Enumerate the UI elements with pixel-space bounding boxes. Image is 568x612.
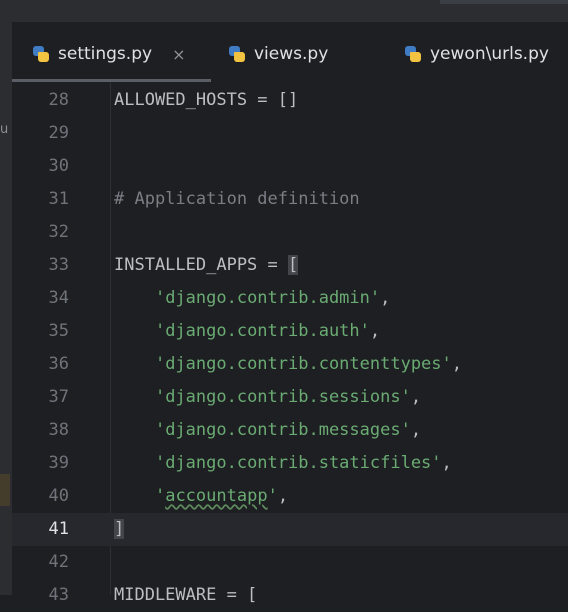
code-line[interactable]: 42: [12, 546, 568, 579]
line-number: 40: [48, 486, 69, 506]
tool-window-highlight: [0, 474, 10, 506]
code-text: 'django.contrib.auth',: [154, 321, 381, 341]
line-number: 43: [48, 585, 69, 605]
code-line[interactable]: 34 'django.contrib.admin',: [12, 282, 568, 315]
tab-urls-py[interactable]: yewon\urls.py: [404, 40, 549, 68]
line-number: 37: [48, 387, 69, 407]
code-line[interactable]: 32: [12, 216, 568, 249]
code-text: ]: [114, 519, 125, 539]
code-line[interactable]: 40 'accountapp',: [12, 480, 568, 513]
line-number: 29: [48, 123, 69, 143]
code-text: 'django.contrib.staticfiles',: [154, 453, 452, 473]
code-text: 'django.contrib.messages',: [154, 420, 422, 440]
code-line[interactable]: 39 'django.contrib.staticfiles',: [12, 447, 568, 480]
code-line[interactable]: 29: [12, 117, 568, 150]
editor-tab-bar: settings.py × views.py yewon\urls.py: [12, 22, 568, 83]
code-line[interactable]: 31 # Application definition: [12, 183, 568, 216]
code-text: MIDDLEWARE = [: [114, 585, 258, 605]
tool-window-fragment: u: [0, 122, 9, 137]
tool-window-strip: u: [0, 22, 12, 595]
line-number: 33: [48, 255, 69, 275]
code-line[interactable]: 38 'django.contrib.messages',: [12, 414, 568, 447]
code-line[interactable]: 30: [12, 150, 568, 183]
line-number: 41: [48, 519, 69, 539]
python-icon: [32, 45, 50, 63]
line-number: 34: [48, 288, 69, 308]
close-icon[interactable]: ×: [172, 45, 185, 64]
code-line[interactable]: 37 'django.contrib.sessions',: [12, 381, 568, 414]
code-line[interactable]: 36 'django.contrib.contenttypes',: [12, 348, 568, 381]
code-text: 'accountapp',: [154, 486, 289, 506]
title-bar-widget: [440, 0, 568, 4]
python-icon: [404, 45, 422, 63]
line-number: 36: [48, 354, 69, 374]
line-number: 39: [48, 453, 69, 473]
title-bar: [0, 0, 568, 22]
code-text: 'django.contrib.contenttypes',: [154, 354, 463, 374]
code-text: # Application definition: [114, 189, 360, 209]
code-line[interactable]: 41]: [12, 513, 568, 546]
tab-label: settings.py: [58, 44, 153, 64]
code-editor[interactable]: 28 ALLOWED_HOSTS = [] 29 30 31 # Application …: [12, 82, 568, 605]
tab-label: views.py: [254, 44, 329, 64]
line-number: 35: [48, 321, 69, 341]
code-text: 'django.contrib.admin',: [154, 288, 391, 308]
line-number: 32: [48, 222, 69, 242]
line-number: 31: [48, 189, 69, 209]
tab-settings-py[interactable]: settings.py ×: [32, 40, 185, 68]
code-text: INSTALLED_APPS = [: [114, 255, 299, 275]
code-line[interactable]: 35 'django.contrib.auth',: [12, 315, 568, 348]
line-number: 28: [48, 90, 69, 110]
code-line[interactable]: 33 INSTALLED_APPS = [: [12, 249, 568, 282]
line-number: 42: [48, 552, 69, 572]
tab-label: yewon\urls.py: [430, 44, 549, 64]
code-line[interactable]: 28 ALLOWED_HOSTS = []: [12, 84, 568, 117]
code-text: ALLOWED_HOSTS = []: [114, 90, 299, 110]
code-line[interactable]: 43 MIDDLEWARE = [: [12, 579, 568, 612]
code-text: 'django.contrib.sessions',: [154, 387, 422, 407]
line-number: 38: [48, 420, 69, 440]
line-number: 30: [48, 156, 69, 176]
tab-views-py[interactable]: views.py: [228, 40, 328, 68]
python-icon: [228, 45, 246, 63]
